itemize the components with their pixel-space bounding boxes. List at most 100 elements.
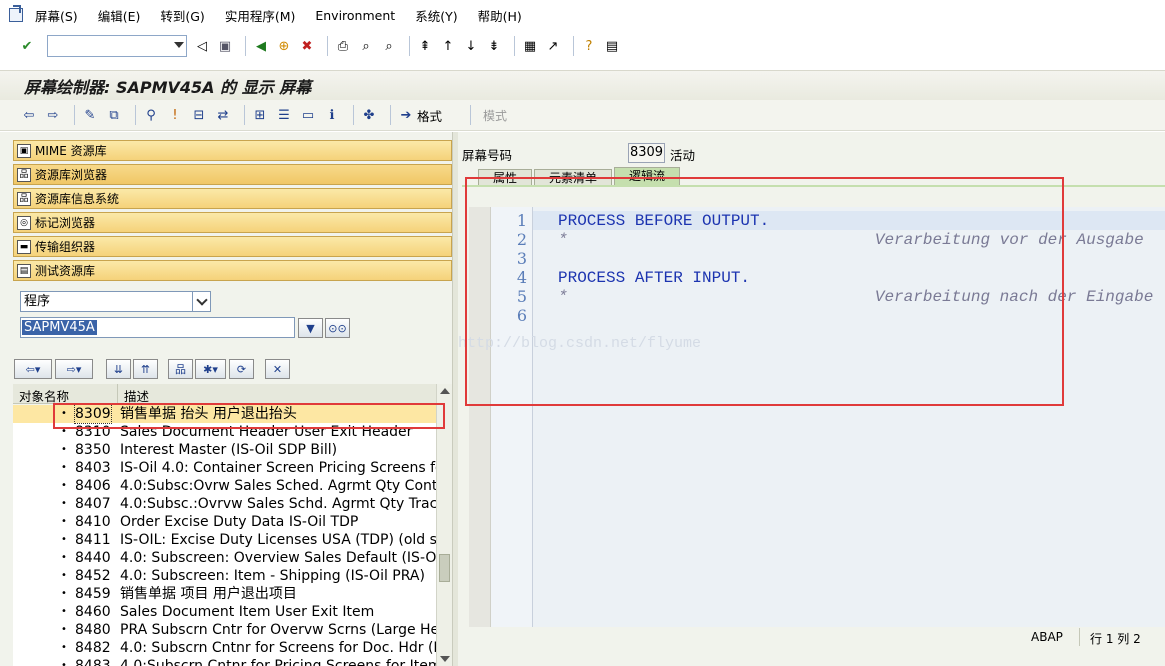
object-name-input[interactable]: SAPMV45A — [20, 317, 295, 338]
menu-goto[interactable]: 转到(G) — [160, 6, 204, 25]
table-row[interactable]: • 8440 4.0: Subscreen: Overview Sales Defa… — [13, 549, 436, 567]
menu-utilities[interactable]: 实用程序(M) — [225, 6, 296, 25]
table-row[interactable]: • 8459 销售单据 项目 用户退出项目 — [13, 585, 436, 603]
screen-number-field[interactable]: 8309 — [628, 143, 665, 163]
row-number[interactable]: 8350 — [75, 441, 111, 459]
exit-icon[interactable]: ⊕ — [275, 37, 293, 55]
truck-icon: ▬ — [17, 239, 31, 254]
back-icon[interactable]: ◀ — [252, 37, 270, 55]
object-type-select[interactable]: 程序 — [20, 291, 211, 312]
menu-edit[interactable]: 编辑(E) — [98, 6, 141, 25]
table-row[interactable]: • 8350 Interest Master (IS-Oil SDP Bill) — [13, 441, 436, 459]
mode-button[interactable]: 模式 — [483, 107, 507, 124]
row-number[interactable]: 8406 — [75, 477, 111, 495]
row-number[interactable]: 8483 — [75, 657, 111, 666]
previous-page-icon[interactable]: ↑ — [439, 37, 457, 55]
activate-icon[interactable]: ! — [166, 106, 184, 124]
row-number[interactable]: 8407 — [75, 495, 111, 513]
table-row[interactable]: • 8460 Sales Document Item User Exit Item — [13, 603, 436, 621]
layout-menu-icon[interactable]: ▤ — [603, 37, 621, 55]
row-number[interactable]: 8480 — [75, 621, 111, 639]
next-page-icon[interactable]: ↓ — [462, 37, 480, 55]
nav-tag-browser[interactable]: ◎ 标记浏览器 — [13, 212, 452, 233]
row-number[interactable]: 8440 — [75, 549, 111, 567]
menu-environment[interactable]: Environment — [315, 8, 395, 23]
shortcut-icon[interactable]: ↗ — [544, 37, 562, 55]
scroll-down-icon[interactable] — [440, 656, 450, 662]
row-number[interactable]: 8403 — [75, 459, 111, 477]
bullet: • — [61, 462, 67, 473]
info-icon[interactable]: ℹ — [323, 106, 341, 124]
save-icon[interactable]: ▣ — [216, 37, 234, 55]
table-row[interactable]: • 8403 IS-Oil 4.0: Container Screen Pricin… — [13, 459, 436, 477]
find-icon[interactable]: ⌕ — [357, 37, 375, 55]
table-row[interactable]: • 8483 4.0:Subscrn Cntnr for Pricing Scree… — [13, 657, 436, 666]
first-page-icon[interactable]: ⇞ — [416, 37, 434, 55]
menu-system[interactable]: 系统(Y) — [415, 6, 457, 25]
format-button[interactable]: 格式 — [417, 106, 442, 125]
active-inactive-icon[interactable]: ⧉ — [105, 106, 123, 124]
nav-repository-browser[interactable]: 品 资源库浏览器 — [13, 164, 452, 185]
enter-check-icon[interactable]: ✔ — [18, 37, 36, 55]
cancel-icon[interactable]: ✖ — [298, 37, 316, 55]
menu-help[interactable]: 帮助(H) — [478, 6, 522, 25]
table-row[interactable]: • 8407 4.0:Subsc.:Ovrvw Sales Schd. Agrmt … — [13, 495, 436, 513]
hierarchy-icon: 品 — [17, 167, 31, 182]
new-session-icon[interactable]: ▦ — [521, 37, 539, 55]
stack-icon[interactable]: ☰ — [275, 106, 293, 124]
close-tree-icon[interactable]: ✕ — [265, 359, 290, 379]
print-icon[interactable]: ⎙ — [334, 37, 352, 55]
expand-icon[interactable]: ⇈ — [133, 359, 158, 379]
menu-screen[interactable]: 屏幕(S) — [35, 6, 78, 25]
toolbar-divider — [74, 105, 75, 125]
row-number[interactable]: 8410 — [75, 513, 111, 531]
nav-forward-button[interactable]: ⇨▾ — [55, 359, 93, 379]
row-number[interactable]: 8459 — [75, 585, 111, 603]
arrow-right-icon[interactable]: ⇨ — [44, 106, 62, 124]
nav-transport-organizer[interactable]: ▬ 传输组织器 — [13, 236, 452, 257]
table-row[interactable]: • 8452 4.0: Subscreen: Item - Shipping (IS… — [13, 567, 436, 585]
scroll-up-icon[interactable] — [440, 388, 450, 394]
display-change-icon[interactable]: ✎ — [81, 106, 99, 124]
window-menu-icon[interactable] — [9, 8, 23, 22]
where-used-icon[interactable]: ⊟ — [190, 106, 208, 124]
refresh-icon[interactable]: ⟳ — [229, 359, 254, 379]
nav-repository-info-system[interactable]: 品 资源库信息系统 — [13, 188, 452, 209]
arrow-left-icon[interactable]: ⇦ — [20, 106, 38, 124]
settings-grid-icon[interactable]: ✱▾ — [195, 359, 226, 379]
object-list-icon[interactable]: ⇄ — [214, 106, 232, 124]
row-number[interactable]: 8482 — [75, 639, 111, 657]
help-icon[interactable]: ? — [580, 37, 598, 55]
nav-back-button[interactable]: ⇦▾ — [14, 359, 52, 379]
layout-arrow-icon[interactable]: ➔ — [397, 106, 415, 124]
command-dropdown-icon[interactable] — [174, 42, 184, 48]
other-object-icon[interactable]: ✤ — [360, 106, 378, 124]
screen-status: 活动 — [670, 148, 696, 163]
table-row[interactable]: • 8406 4.0:Subsc:Ovrw Sales Sched. Agrmt Q… — [13, 477, 436, 495]
row-number[interactable]: 8411 — [75, 531, 111, 549]
table-row[interactable]: • 8480 PRA Subscrn Cntr for Overvw Scrns (… — [13, 621, 436, 639]
command-field[interactable] — [47, 35, 187, 57]
tag-icon: ◎ — [17, 215, 31, 230]
screen-preview-icon[interactable]: ▭ — [299, 106, 317, 124]
scroll-thumb[interactable] — [439, 554, 450, 582]
tree-hierarchy-icon[interactable]: 品 — [168, 359, 193, 379]
object-name-dropdown-button[interactable]: ▼ — [298, 318, 323, 338]
nav-test-repository[interactable]: ▤ 测试资源库 — [13, 260, 452, 281]
table-row[interactable]: • 8410 Order Excise Duty Data IS-Oil TDP — [13, 513, 436, 531]
collapse-icon[interactable]: ⇊ — [106, 359, 131, 379]
row-number[interactable]: 8452 — [75, 567, 111, 585]
column-divider[interactable] — [117, 384, 118, 404]
nav-mime-repository[interactable]: ▣ MIME 资源库 — [13, 140, 452, 161]
back-arrow-small-icon[interactable]: ◁ — [193, 37, 211, 55]
find-next-icon[interactable]: ⌕ — [380, 37, 398, 55]
hierarchy-icon[interactable]: ⊞ — [251, 106, 269, 124]
last-page-icon[interactable]: ⇟ — [485, 37, 503, 55]
check-syntax-icon[interactable]: ⚲ — [142, 106, 160, 124]
chevron-down-icon[interactable] — [192, 292, 210, 311]
display-glasses-button[interactable]: ⊙⊙ — [325, 318, 350, 338]
toolbar-divider — [327, 36, 328, 56]
table-row[interactable]: • 8411 IS-OIL: Excise Duty Licenses USA (T… — [13, 531, 436, 549]
row-number[interactable]: 8460 — [75, 603, 111, 621]
table-row[interactable]: • 8482 4.0: Subscrn Cntnr for Screens for … — [13, 639, 436, 657]
